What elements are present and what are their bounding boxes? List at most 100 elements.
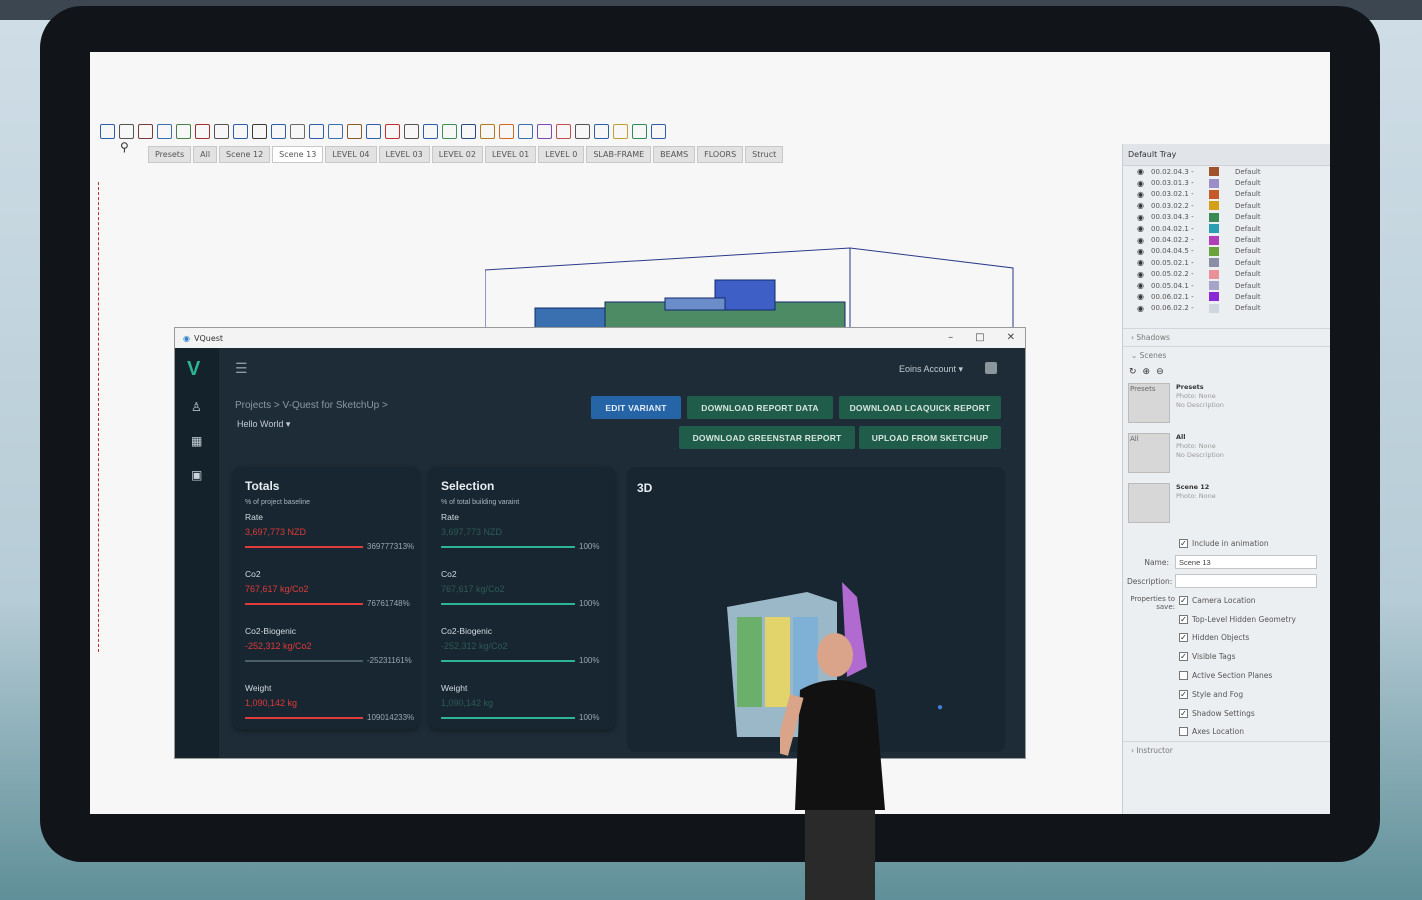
toolbar-tool-icon[interactable]	[423, 123, 438, 139]
maximize-icon[interactable]: □	[975, 332, 984, 343]
edit-variant-button[interactable]: EDIT VARIANT	[591, 396, 681, 419]
toolbar-tool-icon[interactable]	[233, 123, 248, 139]
toolbar-tool-icon[interactable]	[176, 123, 191, 139]
toolbar-tool-icon[interactable]	[575, 123, 590, 139]
checkbox[interactable]	[1179, 670, 1188, 680]
tab-level-01[interactable]: LEVEL 01	[484, 146, 537, 163]
scenes-section[interactable]: ⌄ Scenes	[1123, 346, 1330, 364]
tag-row[interactable]: ◉ 00.03.02.1 - Default	[1123, 189, 1330, 200]
tag-color-swatch[interactable]	[1209, 281, 1219, 291]
toolbar-tool-icon[interactable]	[328, 123, 343, 139]
toolbar-tool-icon[interactable]	[518, 123, 533, 139]
toolbar-tool-icon[interactable]	[119, 123, 134, 139]
toolbar-tool-icon[interactable]	[100, 123, 115, 139]
toolbar-tool-icon[interactable]	[157, 123, 172, 139]
property-row[interactable]: ✓ Top-Level Hidden Geometry	[1123, 610, 1330, 629]
tab-scene-12[interactable]: Scene 12	[219, 146, 271, 163]
tag-row[interactable]: ◉ 00.04.02.2 - Default	[1123, 234, 1330, 245]
upload-from-sketchup-button[interactable]: UPLOAD FROM SKETCHUP	[859, 426, 1001, 449]
add-scene-icon[interactable]: ⊕	[1143, 367, 1151, 377]
eye-icon[interactable]: ◉	[1137, 224, 1147, 233]
toolbar-tool-icon[interactable]	[214, 123, 229, 139]
menu-icon[interactable]: ☰	[235, 360, 248, 377]
tag-row[interactable]: ◉ 00.04.02.1 - Default	[1123, 223, 1330, 234]
property-row[interactable]: ✓ Style and Fog	[1123, 685, 1330, 704]
toolbar-tool-icon[interactable]	[537, 123, 552, 139]
building-icon[interactable]: ▦	[191, 434, 205, 448]
tag-color-swatch[interactable]	[1209, 212, 1219, 222]
toolbar-tool-icon[interactable]	[195, 123, 210, 139]
checkbox[interactable]	[1179, 727, 1188, 737]
checkbox[interactable]: ✓	[1179, 652, 1188, 662]
toolbar-tool-icon[interactable]	[404, 123, 419, 139]
tag-color-swatch[interactable]	[1209, 292, 1219, 302]
tab-level-02[interactable]: LEVEL 02	[431, 146, 483, 163]
search-icon[interactable]: ⚲	[120, 140, 129, 154]
tag-color-swatch[interactable]	[1209, 235, 1219, 245]
toolbar-tool-icon[interactable]	[594, 123, 609, 139]
toolbar-tool-icon[interactable]	[309, 123, 324, 139]
eye-icon[interactable]: ◉	[1137, 292, 1147, 301]
checkbox[interactable]: ✓	[1179, 689, 1188, 699]
building-model[interactable]	[485, 240, 1015, 335]
toolbar-tool-icon[interactable]	[347, 123, 362, 139]
property-row[interactable]: Axes Location	[1123, 722, 1330, 741]
eye-icon[interactable]: ◉	[1137, 236, 1147, 245]
checkbox[interactable]: ✓	[1179, 595, 1188, 605]
toolbar-tool-icon[interactable]	[632, 123, 647, 139]
toolbar-tool-icon[interactable]	[461, 123, 476, 139]
eye-icon[interactable]: ◉	[1137, 281, 1147, 290]
profile-icon[interactable]	[985, 362, 997, 374]
variant-select[interactable]: Hello World ▾	[237, 419, 290, 430]
tag-color-swatch[interactable]	[1209, 201, 1219, 211]
checkbox[interactable]: ✓	[1179, 708, 1188, 718]
download-greenstar-button[interactable]: DOWNLOAD GREENSTAR REPORT	[679, 426, 855, 449]
package-icon[interactable]: ▣	[191, 468, 205, 482]
tag-row[interactable]: ◉ 00.05.04.1 - Default	[1123, 280, 1330, 291]
checkbox[interactable]: ✓	[1179, 633, 1188, 643]
tab-beams[interactable]: BEAMS	[653, 146, 696, 163]
tab-level-03[interactable]: LEVEL 03	[378, 146, 430, 163]
close-icon[interactable]: ✕	[1007, 332, 1015, 343]
scene-name-input[interactable]	[1175, 555, 1317, 570]
tab-slab-frame[interactable]: SLAB-FRAME	[586, 146, 652, 163]
property-row[interactable]: ✓ Hidden Objects	[1123, 628, 1330, 647]
breadcrumb[interactable]: Projects > V-Quest for SketchUp >	[235, 400, 388, 411]
shadows-section[interactable]: › Shadows	[1123, 328, 1330, 346]
tab-floors[interactable]: FLOORS	[697, 146, 744, 163]
eye-icon[interactable]: ◉	[1137, 258, 1147, 267]
navigation-icon[interactable]: ●	[937, 702, 943, 713]
tag-color-swatch[interactable]	[1209, 167, 1219, 177]
remove-scene-icon[interactable]: ⊖	[1156, 367, 1164, 377]
tag-row[interactable]: ◉ 00.06.02.1 - Default	[1123, 291, 1330, 302]
tag-color-swatch[interactable]	[1209, 258, 1219, 268]
account-menu[interactable]: Eoins Account ▾	[899, 364, 963, 375]
property-row[interactable]: ✓ Visible Tags	[1123, 647, 1330, 666]
download-lcaquick-button[interactable]: DOWNLOAD LCAQUICK REPORT	[839, 396, 1001, 419]
scene-thumbnail[interactable]: Presets	[1128, 383, 1170, 424]
tag-row[interactable]: ◉ 00.05.02.2 - Default	[1123, 269, 1330, 280]
property-row[interactable]: Active Section Planes	[1123, 666, 1330, 685]
toolbar-tool-icon[interactable]	[271, 123, 286, 139]
tab-presets[interactable]: Presets	[148, 146, 192, 163]
tag-color-swatch[interactable]	[1209, 246, 1219, 256]
toolbar-tool-icon[interactable]	[651, 123, 666, 139]
tag-row[interactable]: ◉ 00.06.02.2 - Default	[1123, 303, 1330, 314]
eye-icon[interactable]: ◉	[1137, 247, 1147, 256]
minimize-icon[interactable]: –	[948, 332, 953, 343]
tag-color-swatch[interactable]	[1209, 303, 1219, 313]
tag-color-swatch[interactable]	[1209, 178, 1219, 188]
checkbox[interactable]: ✓	[1179, 538, 1188, 548]
tag-row[interactable]: ◉ 00.03.01.3 - Default	[1123, 177, 1330, 188]
users-icon[interactable]: ♙	[191, 400, 205, 414]
scene-card[interactable]: Scene 12 Photo: None	[1123, 480, 1330, 530]
tag-row[interactable]: ◉ 00.04.04.5 - Default	[1123, 246, 1330, 257]
eye-icon[interactable]: ◉	[1137, 190, 1147, 199]
eye-icon[interactable]: ◉	[1137, 213, 1147, 222]
eye-icon[interactable]: ◉	[1137, 304, 1147, 313]
tab-all[interactable]: All	[193, 146, 218, 163]
property-row[interactable]: ✓ Shadow Settings	[1123, 704, 1330, 723]
scene-thumbnail[interactable]: All	[1128, 433, 1170, 474]
toolbar-tool-icon[interactable]	[290, 123, 305, 139]
tag-row[interactable]: ◉ 00.03.02.2 - Default	[1123, 200, 1330, 211]
